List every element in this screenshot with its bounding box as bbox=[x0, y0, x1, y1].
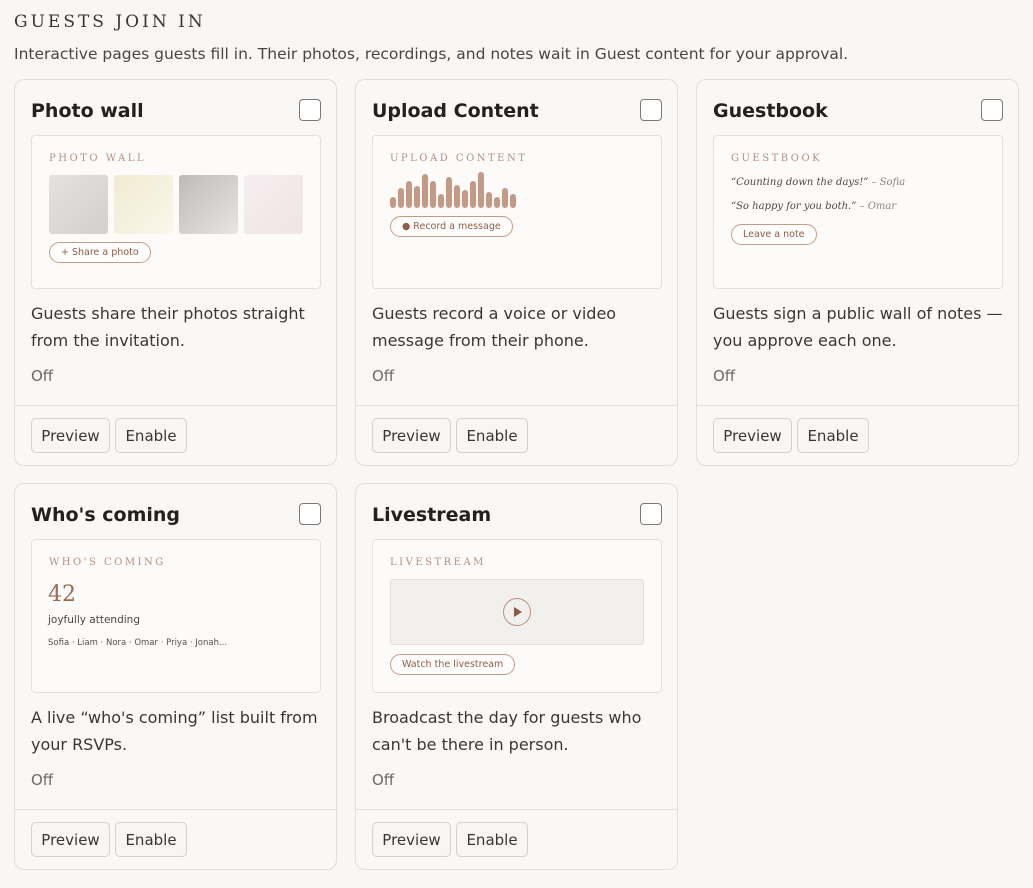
enable-button[interactable]: Enable bbox=[115, 822, 187, 857]
card-guestbook: Guestbook GUESTBOOK “Counting down the d… bbox=[696, 79, 1019, 466]
select-checkbox[interactable] bbox=[640, 503, 662, 525]
status-text: Off bbox=[713, 367, 736, 385]
feature-preview: WHO'S COMING 42 joyfully attending Sofia… bbox=[31, 539, 321, 693]
card-title: Upload Content bbox=[372, 100, 539, 122]
waveform-bar bbox=[438, 194, 444, 208]
card-title: Livestream bbox=[372, 504, 492, 526]
feature-preview: UPLOAD CONTENT ● Record a message bbox=[372, 135, 662, 289]
preview-button[interactable]: Preview bbox=[713, 418, 792, 453]
waveform-bar bbox=[414, 186, 420, 208]
waveform-bar bbox=[510, 194, 516, 208]
preview-button[interactable]: Preview bbox=[31, 418, 110, 453]
waveform-bar bbox=[478, 172, 484, 208]
card-upload-content: Upload Content UPLOAD CONTENT ● Record a… bbox=[355, 79, 678, 466]
card-description: Guests sign a public wall of notes — you… bbox=[713, 304, 1003, 350]
card-livestream: Livestream LIVESTREAM Watch the livestre… bbox=[355, 483, 678, 870]
waveform-bar bbox=[406, 181, 412, 208]
feature-preview: GUESTBOOK “Counting down the days!” – So… bbox=[713, 135, 1003, 289]
photo-thumbnail bbox=[114, 175, 173, 234]
waveform-bar bbox=[494, 197, 500, 208]
divider bbox=[697, 405, 1018, 406]
card-photo-wall: Photo wall PHOTO WALL + Share a photo Gu… bbox=[14, 79, 337, 466]
record-message-pill: ● Record a message bbox=[390, 216, 513, 237]
waveform-bar bbox=[470, 181, 476, 208]
waveform-bar bbox=[486, 192, 492, 208]
preview-button[interactable]: Preview bbox=[31, 822, 110, 857]
select-checkbox[interactable] bbox=[640, 99, 662, 121]
status-text: Off bbox=[31, 367, 54, 385]
card-title: Photo wall bbox=[31, 100, 144, 122]
photo-thumbnail bbox=[244, 175, 303, 234]
status-text: Off bbox=[31, 771, 54, 789]
attending-count: 42 bbox=[48, 582, 76, 607]
preview-label: LIVESTREAM bbox=[390, 557, 486, 568]
section-title: GUESTS JOIN IN bbox=[14, 12, 206, 32]
watch-livestream-pill: Watch the livestream bbox=[390, 654, 516, 675]
enable-button[interactable]: Enable bbox=[456, 418, 528, 453]
card-whos-coming: Who's coming WHO'S COMING 42 joyfully at… bbox=[14, 483, 337, 870]
card-title: Guestbook bbox=[713, 100, 828, 122]
status-text: Off bbox=[372, 771, 395, 789]
card-description: Broadcast the day for guests who can't b… bbox=[372, 708, 642, 754]
preview-label: GUESTBOOK bbox=[731, 153, 823, 164]
waveform-bar bbox=[430, 181, 436, 208]
share-photo-pill: + Share a photo bbox=[49, 242, 151, 263]
feature-preview: LIVESTREAM Watch the livestream bbox=[372, 539, 662, 693]
guestbook-quote: “So happy for you both.” – Omar bbox=[731, 201, 897, 212]
card-description: A live “who's coming” list built from yo… bbox=[31, 708, 318, 754]
divider bbox=[15, 809, 336, 810]
play-icon bbox=[503, 598, 531, 626]
preview-label: PHOTO WALL bbox=[49, 153, 146, 164]
divider bbox=[15, 405, 336, 406]
card-description: Guests record a voice or video message f… bbox=[372, 304, 617, 350]
attending-label: joyfully attending bbox=[48, 614, 140, 626]
waveform-bar bbox=[454, 185, 460, 208]
enable-button[interactable]: Enable bbox=[797, 418, 869, 453]
section-subtitle: Interactive pages guests fill in. Their … bbox=[14, 45, 849, 63]
waveform-bar bbox=[422, 174, 428, 208]
photo-thumbnail bbox=[49, 175, 108, 234]
leave-note-pill: Leave a note bbox=[731, 224, 817, 245]
waveform-bar bbox=[390, 197, 396, 208]
guestbook-quote: “Counting down the days!” – Sofia bbox=[731, 177, 906, 188]
enable-button[interactable]: Enable bbox=[456, 822, 528, 857]
divider bbox=[356, 809, 677, 810]
preview-button[interactable]: Preview bbox=[372, 418, 451, 453]
photo-thumbnail bbox=[179, 175, 238, 234]
video-player bbox=[390, 579, 644, 645]
divider bbox=[356, 405, 677, 406]
select-checkbox[interactable] bbox=[299, 99, 321, 121]
attendee-names: Sofia · Liam · Nora · Omar · Priya · Jon… bbox=[48, 638, 228, 648]
card-title: Who's coming bbox=[31, 504, 181, 526]
waveform-bar bbox=[398, 188, 404, 208]
card-description: Guests share their photos straight from … bbox=[31, 304, 305, 350]
select-checkbox[interactable] bbox=[299, 503, 321, 525]
preview-label: UPLOAD CONTENT bbox=[390, 153, 528, 164]
waveform-bar bbox=[462, 190, 468, 208]
enable-button[interactable]: Enable bbox=[115, 418, 187, 453]
status-text: Off bbox=[372, 367, 395, 385]
preview-button[interactable]: Preview bbox=[372, 822, 451, 857]
waveform-bar bbox=[446, 177, 452, 208]
select-checkbox[interactable] bbox=[981, 99, 1003, 121]
preview-label: WHO'S COMING bbox=[49, 557, 166, 568]
feature-preview: PHOTO WALL + Share a photo bbox=[31, 135, 321, 289]
waveform-bar bbox=[502, 188, 508, 208]
